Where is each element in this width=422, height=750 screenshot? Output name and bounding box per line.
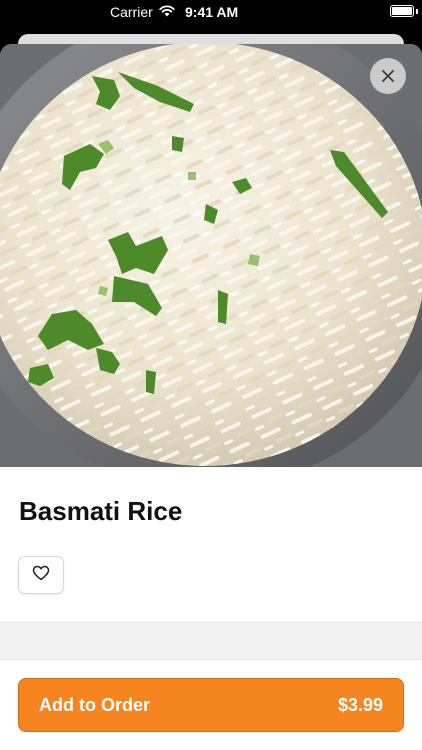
heart-icon [32,565,50,586]
section-divider [0,622,422,660]
item-image [0,44,422,467]
item-price: $3.99 [337,694,383,715]
carrier-label: Carrier [110,4,153,20]
favorite-button[interactable] [18,556,64,594]
status-carrier-group: Carrier [110,4,175,20]
status-time: 9:41 AM [185,4,239,20]
wifi-icon [159,4,175,20]
add-to-order-button[interactable]: Add to Order $3.99 [18,678,404,732]
item-detail-sheet: Basmati Rice Add to Order $3.99 [0,44,422,750]
close-button[interactable] [370,58,406,94]
add-to-order-label: Add to Order [39,694,150,715]
battery-icon [390,5,414,17]
status-bar: Carrier 9:41 AM [0,0,422,24]
close-icon [380,68,396,84]
item-title: Basmati Rice [19,496,183,526]
battery-nub [416,9,418,14]
